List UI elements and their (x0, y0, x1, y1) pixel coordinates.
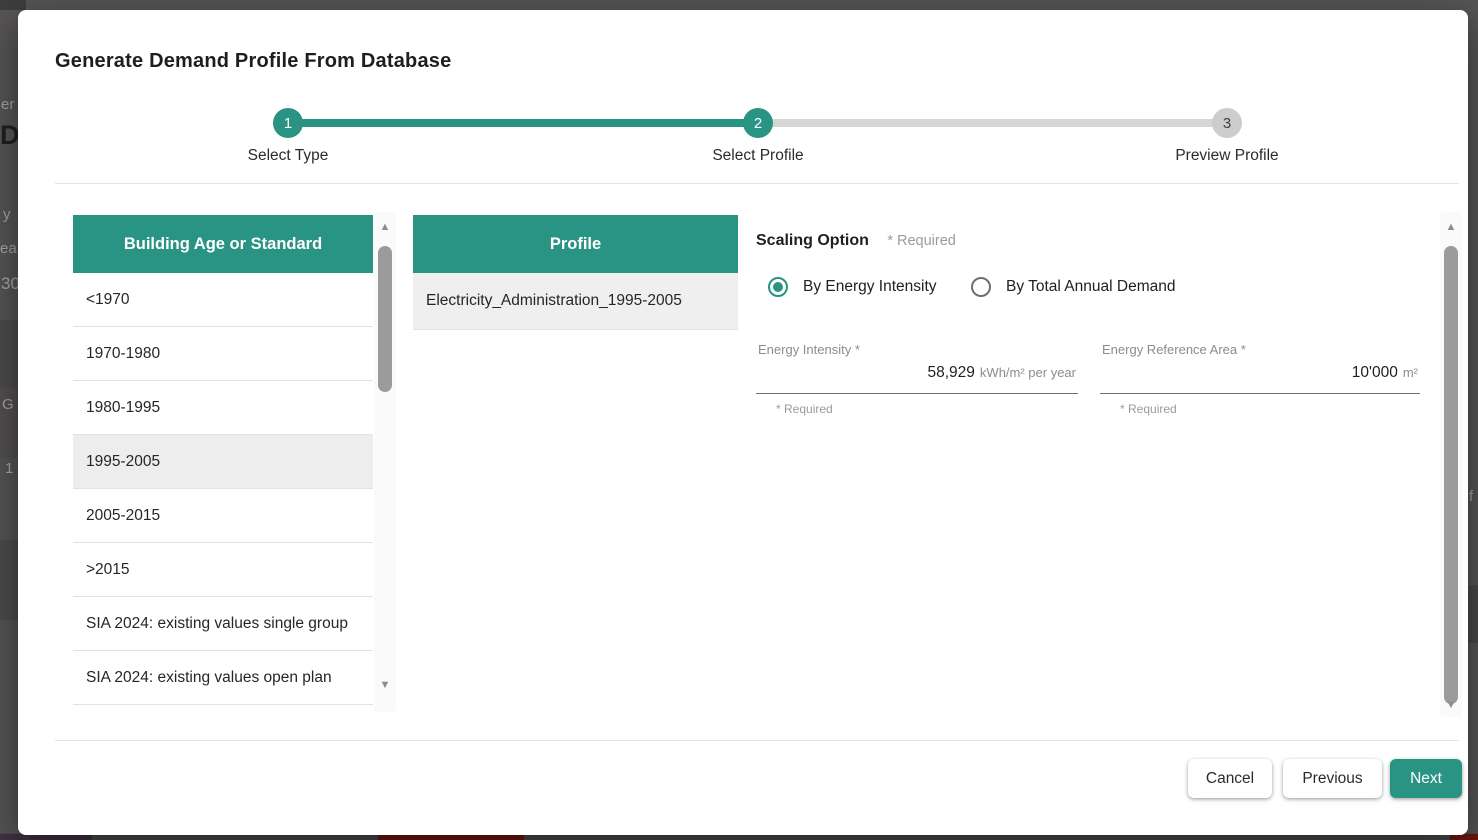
energy-intensity-field[interactable]: Energy Intensity * 58,929 kWh/m² per year… (756, 340, 1078, 416)
input-underline (1100, 393, 1420, 394)
radio-label: By Total Annual Demand (1006, 278, 1175, 296)
dimmed-background-top (0, 0, 1478, 10)
step-2-circle[interactable]: 2 (743, 108, 773, 138)
step-3-label: Preview Profile (1117, 147, 1337, 165)
header-divider (55, 183, 1459, 184)
background-row-band (0, 540, 18, 620)
step-1-label: Select Type (178, 147, 398, 165)
building-list-scrollbar-thumb[interactable] (378, 246, 392, 392)
background-text-fragment: 1 (5, 460, 13, 477)
step-2-label: Select Profile (648, 147, 868, 165)
background-text-fragment: y (3, 206, 11, 223)
scroll-up-icon[interactable]: ▲ (1440, 220, 1462, 234)
energy-intensity-hint: * Required (776, 402, 833, 416)
radio-by-energy-intensity[interactable]: By Energy Intensity (768, 277, 937, 297)
stepper-connector-inactive (758, 119, 1227, 127)
energy-reference-area-label: Energy Reference Area * (1102, 342, 1246, 357)
background-text-fragment: f (1469, 488, 1473, 505)
energy-reference-area-field[interactable]: Energy Reference Area * 10'000 m² * Requi… (1100, 340, 1420, 416)
building-age-option[interactable]: SIA 2024: existing values open plan (73, 651, 373, 705)
previous-button[interactable]: Previous (1283, 759, 1382, 798)
profile-option-selected[interactable]: Electricity_Administration_1995-2005 (413, 273, 738, 330)
building-list-scrollbar[interactable]: ▲ ▼ (374, 212, 396, 712)
energy-intensity-unit: kWh/m² per year (980, 365, 1076, 380)
background-row-band (0, 320, 18, 388)
energy-intensity-label: Energy Intensity * (758, 342, 860, 357)
generate-demand-profile-dialog: Generate Demand Profile From Database 1 … (18, 10, 1468, 835)
background-text-fragment: 30 (1, 274, 18, 294)
building-age-option-selected[interactable]: 1995-2005 (73, 435, 373, 489)
building-age-option[interactable]: <1970 (73, 273, 373, 327)
background-row-band (1468, 585, 1478, 643)
background-text-fragment: er (1, 96, 14, 113)
profile-list-header: Profile (413, 215, 738, 273)
profile-list: Profile Electricity_Administration_1995-… (413, 215, 738, 330)
dialog-scrollbar-thumb[interactable] (1444, 246, 1458, 704)
background-text-fragment: ea (0, 240, 17, 257)
building-age-option[interactable]: 1980-1995 (73, 381, 373, 435)
dimmed-background-corner (0, 0, 26, 10)
cancel-button[interactable]: Cancel (1188, 759, 1272, 798)
building-age-list-header: Building Age or Standard (73, 215, 373, 273)
step-1-circle[interactable]: 1 (273, 108, 303, 138)
scroll-up-icon[interactable]: ▲ (374, 220, 396, 234)
scaling-option-header: Scaling Option * Required (756, 232, 956, 250)
energy-reference-area-hint: * Required (1120, 402, 1177, 416)
footer-divider (55, 740, 1459, 741)
building-age-option[interactable]: 1970-1980 (73, 327, 373, 381)
radio-unselected-icon[interactable] (971, 277, 991, 297)
background-text-fragment: D (0, 120, 18, 151)
building-age-option[interactable]: SIA 2024: existing values single group (73, 597, 373, 651)
radio-label: By Energy Intensity (803, 278, 937, 296)
step-3-circle: 3 (1212, 108, 1242, 138)
scaling-option-title: Scaling Option (756, 232, 869, 249)
building-age-list: Building Age or Standard <1970 1970-1980… (73, 215, 373, 705)
scaling-required-note: * Required (887, 233, 956, 249)
stepper-connector-active (288, 119, 758, 127)
dialog-scrollbar[interactable]: ▲ ▼ (1440, 212, 1462, 717)
energy-reference-area-unit: m² (1403, 365, 1418, 380)
scroll-down-icon[interactable]: ▼ (374, 678, 396, 692)
energy-intensity-value[interactable]: 58,929 (928, 364, 975, 381)
energy-reference-area-value[interactable]: 10'000 (1352, 364, 1398, 381)
dialog-title: Generate Demand Profile From Database (55, 50, 451, 73)
radio-by-total-annual-demand[interactable]: By Total Annual Demand (971, 277, 1175, 297)
radio-selected-icon[interactable] (768, 277, 788, 297)
input-underline (756, 393, 1078, 394)
dimmed-background-left: er D y ea 30 G 1 (0, 10, 18, 835)
background-text-fragment: G (2, 396, 14, 413)
building-age-option[interactable]: 2005-2015 (73, 489, 373, 543)
building-age-option[interactable]: >2015 (73, 543, 373, 597)
next-button[interactable]: Next (1390, 759, 1462, 798)
scroll-down-icon[interactable]: ▼ (1440, 698, 1462, 712)
dimmed-background-right: f (1468, 10, 1478, 835)
